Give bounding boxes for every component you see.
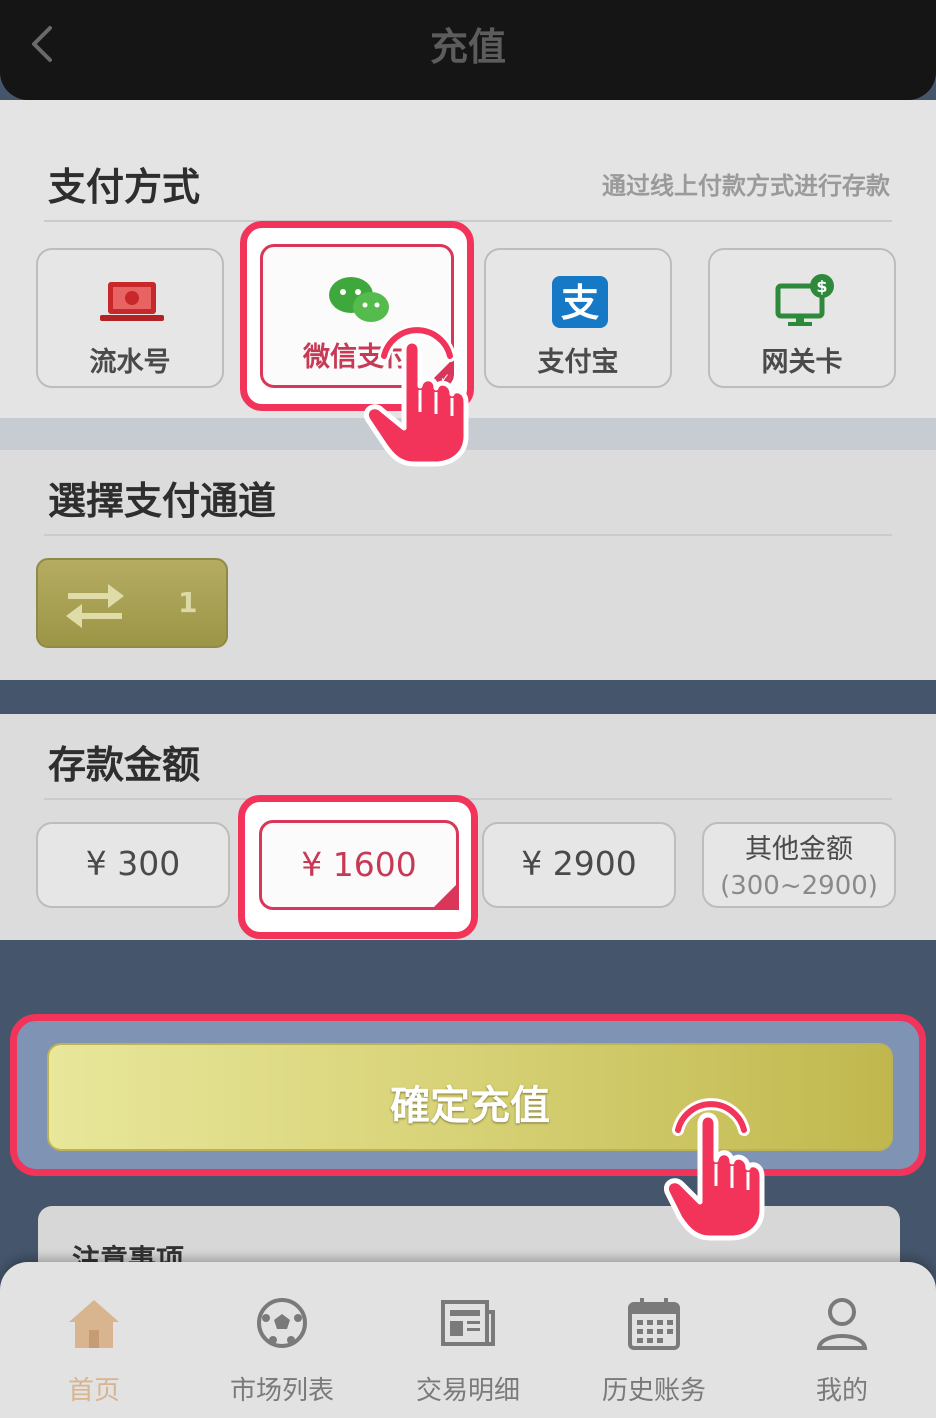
tap-hand-icon <box>364 324 469 467</box>
svg-text:支: 支 <box>561 281 599 325</box>
laptop-money-icon <box>100 282 164 321</box>
tab-label: 首页 <box>67 1376 120 1406</box>
monitor-dollar-icon: $ <box>775 274 834 326</box>
calendar-icon <box>628 1298 680 1350</box>
payment-channel-heading: 選擇支付通道 <box>48 479 277 523</box>
payment-channel-button[interactable]: 1 <box>36 558 228 648</box>
page-title: 充值 <box>429 25 506 69</box>
tab-label: 市场列表 <box>229 1376 334 1406</box>
soccer-ball-icon <box>257 1298 307 1348</box>
svg-text:$: $ <box>816 277 827 296</box>
amount-option-300[interactable]: ¥ 300 <box>36 822 230 908</box>
alipay-icon: 支 <box>552 276 608 328</box>
method-label: 支付宝 <box>537 347 619 378</box>
divider <box>44 534 892 536</box>
deposit-amount-heading: 存款金额 <box>48 743 201 787</box>
method-label: 流水号 <box>89 347 171 378</box>
user-icon <box>816 1298 868 1350</box>
tab-home[interactable]: 首页 <box>14 1294 174 1407</box>
tab-label: 交易明细 <box>415 1376 520 1406</box>
home-icon <box>69 1300 119 1348</box>
payment-method-hint: 通过线上付款方式进行存款 <box>602 172 890 200</box>
channel-number: 1 <box>178 586 198 619</box>
tap-hand-icon <box>664 1098 765 1241</box>
confirm-label: 確定充值 <box>390 1083 550 1129</box>
amount-option-2900[interactable]: ¥ 2900 <box>482 822 676 908</box>
newspaper-icon <box>441 1300 495 1346</box>
payment-method-serial[interactable]: 流水号 <box>36 248 224 388</box>
amount-option-other[interactable]: 其他金额 (300~2900) <box>702 822 896 908</box>
tab-history[interactable]: 历史账务 <box>574 1294 734 1407</box>
payment-method-gateway[interactable]: $ 网关卡 <box>708 248 896 388</box>
payment-method-heading: 支付方式 <box>48 165 201 209</box>
swap-arrows-icon <box>66 584 124 628</box>
tab-market-list[interactable]: 市场列表 <box>202 1294 362 1407</box>
confirm-highlight: 確定充值 <box>10 1014 926 1176</box>
recharge-page: 充值 支付方式 通过线上付款方式进行存款 流水号 微信支付 ✓ 支 支付宝 $ … <box>0 0 936 1418</box>
amount-highlight: ¥ 1600 <box>238 795 478 939</box>
tab-me[interactable]: 我的 <box>762 1294 922 1407</box>
deposit-amount-section: 存款金额 ¥ 300 ¥ 1600 ¥ 2900 其他金额 (300~2900) <box>0 714 936 940</box>
tab-label: 历史账务 <box>601 1376 706 1406</box>
bottom-tab-bar: 首页 市场列表 交易明细 历史账务 我的 <box>0 1262 936 1418</box>
other-amount-label: 其他金额 <box>745 834 853 865</box>
top-bar: 充值 <box>0 0 936 100</box>
selected-check-icon <box>431 882 459 910</box>
payment-channel-section: 選擇支付通道 1 <box>0 450 936 680</box>
method-label: 网关卡 <box>761 347 843 378</box>
other-amount-range: (300~2900) <box>720 871 878 901</box>
payment-method-alipay[interactable]: 支 支付宝 <box>484 248 672 388</box>
tab-transactions[interactable]: 交易明细 <box>388 1294 548 1407</box>
tab-label: 我的 <box>815 1376 868 1406</box>
divider <box>44 220 892 222</box>
amount-option-1600[interactable]: ¥ 1600 <box>259 820 459 910</box>
